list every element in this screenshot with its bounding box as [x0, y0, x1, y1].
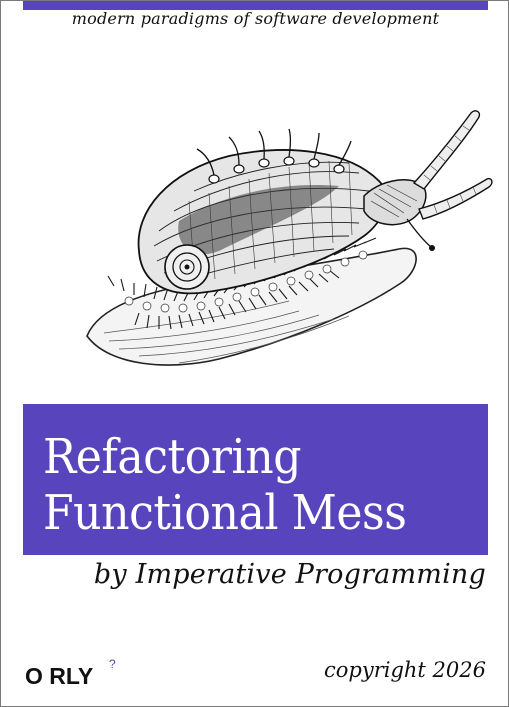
copyright-notice: copyright 2026: [324, 658, 486, 682]
sea-snail-icon: [86, 110, 493, 366]
book-title-line-1: Refactoring: [43, 429, 302, 485]
publisher-logo: O RLY: [25, 663, 94, 689]
cover-tagline: modern paradigms of software development: [71, 9, 440, 28]
book-subtitle: by Imperative Programming: [93, 559, 486, 590]
publisher-question-mark: ?: [109, 657, 116, 671]
book-title-line-2: Functional Mess: [43, 485, 407, 541]
book-cover: modern paradigms of software development: [0, 0, 509, 707]
title-block: Refactoring Functional Mess: [23, 404, 488, 555]
